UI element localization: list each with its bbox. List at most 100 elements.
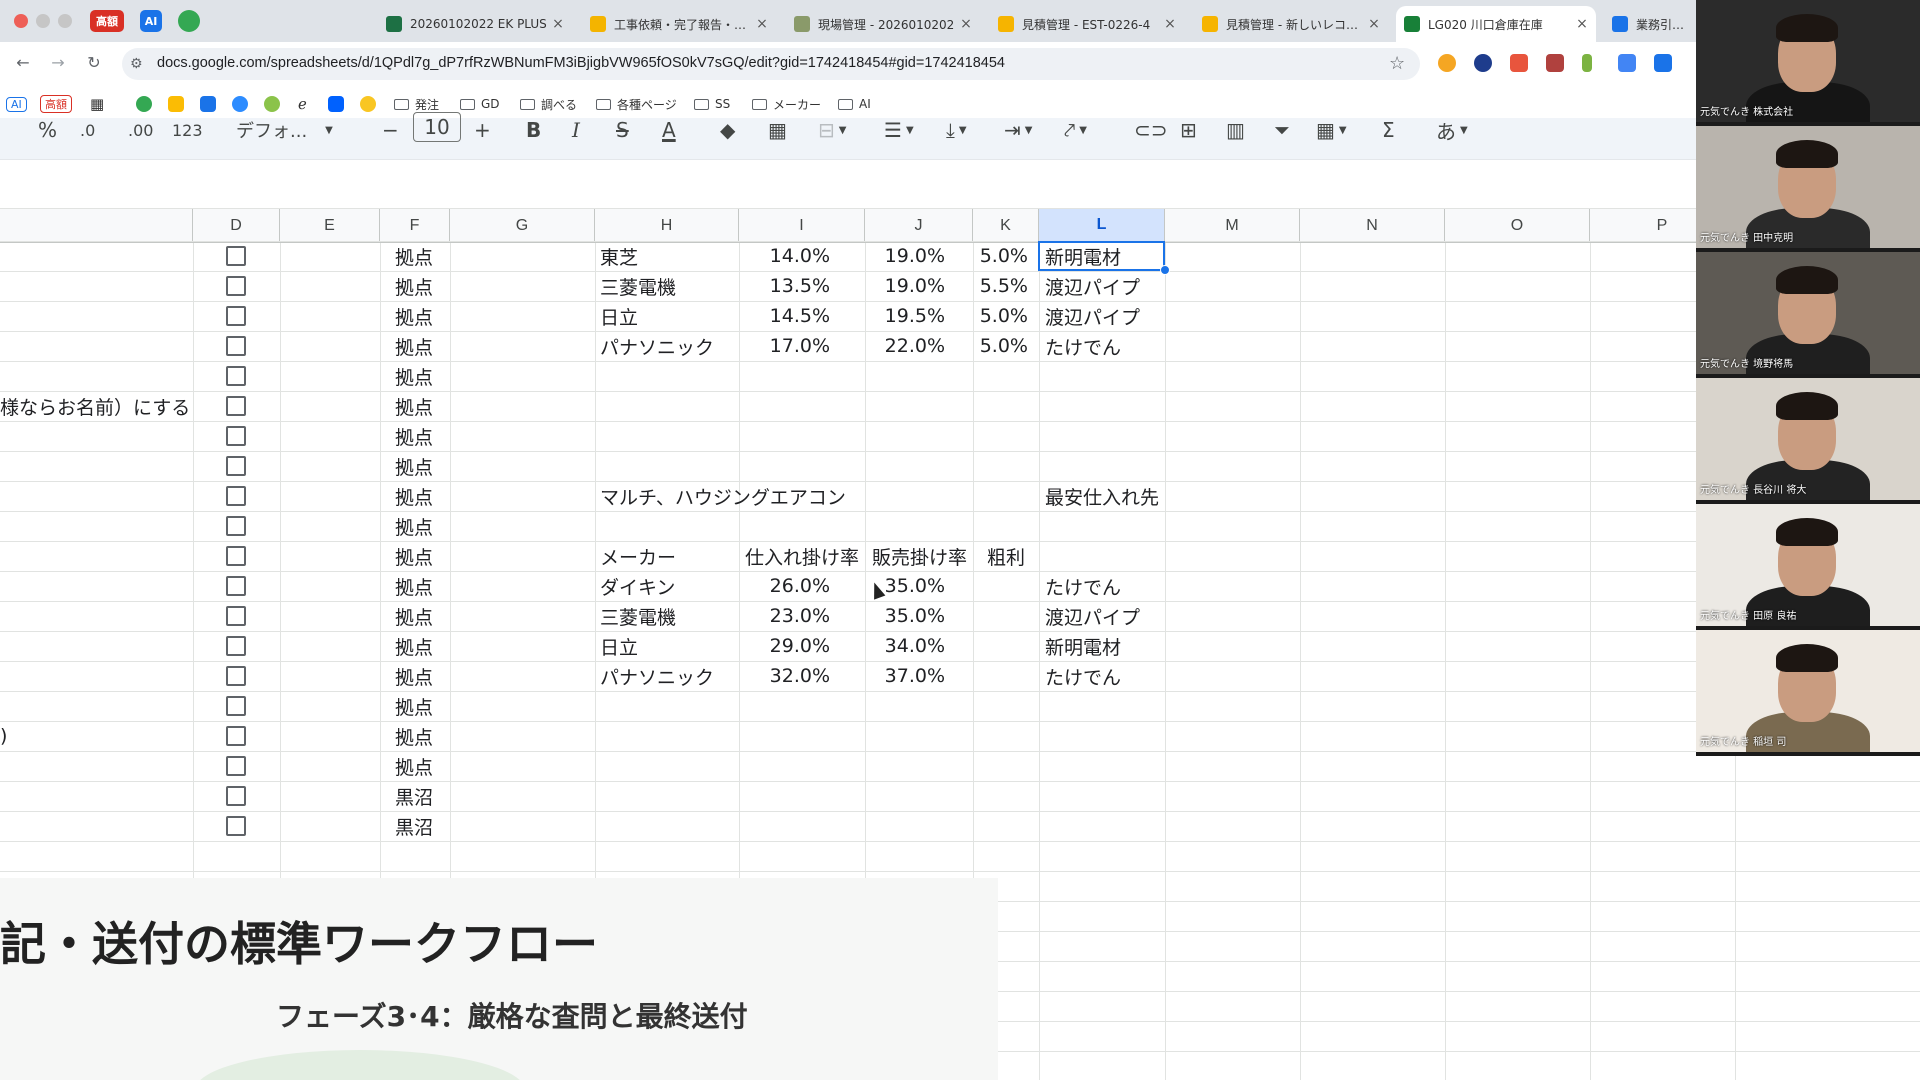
extension-icon[interactable]	[1438, 54, 1456, 72]
supplier-cell[interactable]: たけでん	[1045, 331, 1121, 361]
insert-chart-icon[interactable]: ▥	[1226, 118, 1245, 142]
vertical-align-icon[interactable]: ⤓ ▼	[946, 118, 967, 142]
tab-5[interactable]: 見積管理 - 新しいレコード ×	[1194, 6, 1388, 42]
maker-cell[interactable]: 三菱電機	[600, 601, 676, 631]
row-checkbox[interactable]	[226, 726, 246, 746]
row-checkbox[interactable]	[226, 816, 246, 836]
extension-icon[interactable]	[1582, 54, 1592, 72]
increase-decimal-button[interactable]: .00	[128, 118, 153, 142]
supplier-cell[interactable]: たけでん	[1045, 661, 1121, 691]
functions-button[interactable]: Σ	[1382, 118, 1395, 142]
supplier-cell[interactable]: 渡辺パイプ	[1045, 301, 1140, 331]
location-cell[interactable]: 拠点	[395, 301, 433, 331]
row-checkbox[interactable]	[226, 276, 246, 296]
text-color-button[interactable]: A	[662, 118, 676, 142]
tab-active[interactable]: LG020 川口倉庫在庫 ×	[1396, 6, 1596, 42]
maker-cell[interactable]: 日立	[600, 301, 638, 331]
bookmark-folder-pages[interactable]: 各種ページ	[596, 94, 677, 114]
text-rotation-icon[interactable]: ⤤ ▼	[1064, 118, 1087, 142]
tab-4[interactable]: 見積管理 - EST-0226-4 ×	[990, 6, 1184, 42]
column-header-i[interactable]: I	[739, 209, 865, 243]
row-checkbox[interactable]	[226, 366, 246, 386]
format-percent-button[interactable]: %	[38, 118, 57, 142]
sale-rate-cell[interactable]: 35.0%	[860, 601, 945, 631]
supplier-cell[interactable]: たけでん	[1045, 571, 1121, 601]
row-checkbox[interactable]	[226, 636, 246, 656]
supplier-cell[interactable]: 渡辺パイプ	[1045, 271, 1140, 301]
bookmark-folder-gd[interactable]: GD	[460, 94, 500, 114]
maker-cell[interactable]: 日立	[600, 631, 638, 661]
cost-rate-cell[interactable]: 14.0%	[740, 241, 830, 271]
extension-icon[interactable]	[1546, 54, 1564, 72]
column-header-k[interactable]: K	[973, 209, 1039, 243]
maker-cell[interactable]: パナソニック	[600, 661, 714, 691]
column-header-g[interactable]: G	[450, 209, 595, 243]
close-icon[interactable]: ×	[1366, 16, 1382, 32]
pinned-tab-chat[interactable]	[178, 10, 200, 32]
reload-icon[interactable]: ↻	[83, 52, 105, 74]
margin-cell[interactable]: 5.0%	[975, 241, 1028, 271]
extension-icon[interactable]	[1618, 54, 1636, 72]
row-checkbox[interactable]	[226, 756, 246, 776]
filter-icon[interactable]: ⏷	[1274, 118, 1290, 142]
sale-rate-cell[interactable]: 34.0%	[860, 631, 945, 661]
maker-cell[interactable]: 東芝	[600, 241, 638, 271]
column-header-h[interactable]: H	[595, 209, 739, 243]
close-icon[interactable]: ×	[550, 16, 566, 32]
location-cell[interactable]: 黒沼	[395, 781, 433, 811]
bold-button[interactable]: B	[526, 118, 541, 142]
column-header-e[interactable]: E	[280, 209, 380, 243]
cost-rate-cell[interactable]: 29.0%	[740, 631, 830, 661]
cost-rate-cell[interactable]: 23.0%	[740, 601, 830, 631]
row-checkbox[interactable]	[226, 426, 246, 446]
extension-icon[interactable]	[1474, 54, 1492, 72]
extension-icon[interactable]	[1510, 54, 1528, 72]
bookmark-icon[interactable]	[360, 94, 376, 114]
maximize-window-button[interactable]	[58, 14, 72, 28]
row-checkbox[interactable]	[226, 396, 246, 416]
bookmark-high[interactable]: 高額	[40, 94, 72, 114]
bookmark-icon[interactable]	[232, 94, 248, 114]
tab-7[interactable]: 業務引き継ぎ	[1604, 6, 1696, 42]
participant-tile[interactable]: 元気でんき 田中克明	[1696, 126, 1920, 248]
insert-comment-icon[interactable]: ⊞	[1180, 118, 1197, 142]
column-header-f[interactable]: F	[380, 209, 450, 243]
row-checkbox[interactable]	[226, 516, 246, 536]
close-icon[interactable]: ×	[1162, 16, 1178, 32]
pinned-tab-high[interactable]: 高額	[90, 10, 124, 32]
text-wrap-icon[interactable]: ⇥ ▼	[1004, 118, 1032, 142]
column-header-l[interactable]: L	[1039, 209, 1165, 243]
row-checkbox[interactable]	[226, 666, 246, 686]
column-header-m[interactable]: M	[1165, 209, 1300, 243]
row-checkbox[interactable]	[226, 696, 246, 716]
maker-cell[interactable]: 三菱電機	[600, 271, 676, 301]
location-cell[interactable]: 拠点	[395, 451, 433, 481]
column-header-n[interactable]: N	[1300, 209, 1445, 243]
location-cell[interactable]: 拠点	[395, 241, 433, 271]
bookmark-icon[interactable]	[264, 94, 280, 114]
close-icon[interactable]: ×	[1574, 16, 1590, 32]
header-cost-rate[interactable]: 仕入れ掛け率	[745, 541, 859, 571]
location-cell[interactable]: 拠点	[395, 331, 433, 361]
location-cell[interactable]: 拠点	[395, 631, 433, 661]
font-family-select[interactable]: デフォ... ▼	[236, 118, 333, 142]
header-maker[interactable]: メーカー	[600, 541, 676, 571]
horizontal-align-icon[interactable]: ☰ ▼	[884, 118, 914, 142]
tab-1[interactable]: 20260102022 EK PLUS ×	[378, 6, 572, 42]
strikethrough-button[interactable]: S	[616, 118, 629, 142]
bookmark-folder-order[interactable]: 発注	[394, 94, 439, 114]
cell-c17[interactable]: )	[0, 721, 7, 751]
fill-color-icon[interactable]: ◆	[720, 118, 735, 142]
close-icon[interactable]: ×	[958, 16, 974, 32]
column-header-d[interactable]: D	[193, 209, 280, 243]
tab-3[interactable]: 現場管理 - 2026010202 ×	[786, 6, 980, 42]
location-cell[interactable]: 拠点	[395, 751, 433, 781]
section-title-cell[interactable]: マルチ、ハウジングエアコン	[600, 481, 846, 511]
bookmark-folder-maker[interactable]: メーカー	[752, 94, 821, 114]
location-cell[interactable]: 拠点	[395, 721, 433, 751]
tab-2[interactable]: 工事依頼・完了報告・請求 ×	[582, 6, 776, 42]
location-cell[interactable]: 拠点	[395, 391, 433, 421]
supplier-cell[interactable]: 渡辺パイプ	[1045, 601, 1140, 631]
minimize-window-button[interactable]	[36, 14, 50, 28]
sale-rate-cell[interactable]: 19.0%	[860, 271, 945, 301]
